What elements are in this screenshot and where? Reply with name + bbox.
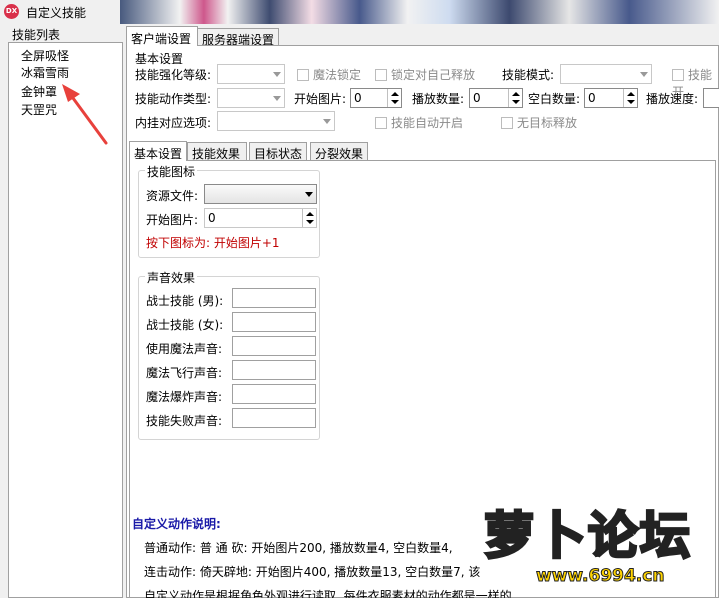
play-count-label: 播放数量: <box>412 92 465 106</box>
chevron-down-icon <box>640 72 648 77</box>
window-title: 自定义技能 <box>26 6 87 20</box>
skill-list-item[interactable]: 金钟罩 <box>21 83 57 100</box>
spin-down-icon <box>627 100 635 104</box>
tab-target-status[interactable]: 目标状态 <box>249 142 307 161</box>
strengthen-level-select[interactable] <box>217 64 285 84</box>
tab-skill-effect[interactable]: 技能效果 <box>187 142 247 161</box>
play-speed-label: 播放速度: <box>646 92 699 106</box>
use-magic-sound-input[interactable] <box>232 336 316 356</box>
tab-server-settings[interactable]: 服务器端设置 <box>197 28 279 47</box>
tab-client-settings[interactable]: 客户端设置 <box>126 26 198 46</box>
sound-effect-group: 声音效果 战士技能 (男): 战士技能 (女): 使用魔法声音: 魔法飞行声音:… <box>138 269 320 440</box>
spin-up-icon <box>512 92 520 96</box>
icon-start-image-value: 0 <box>208 211 216 225</box>
start-image-label: 开始图片: <box>294 92 347 106</box>
icon-start-image-stepper[interactable]: 0 <box>204 208 317 228</box>
hook-option-select[interactable] <box>217 111 335 131</box>
warrior-male-sound-input[interactable] <box>232 288 316 308</box>
skill-icon-group: 技能图标 资源文件: 开始图片: 0 按下图标为: 开始图片+1 <box>138 163 320 258</box>
resource-file-label: 资源文件: <box>146 189 199 203</box>
no-target-label: 无目标释放 <box>517 116 578 130</box>
basic-settings-panel: 技能图标 资源文件: 开始图片: 0 按下图标为: 开始图片+1 声音效果 战士… <box>129 160 716 598</box>
spin-up-icon <box>391 92 399 96</box>
custom-action-line-1: 普通动作: 普 通 砍: 开始图片200, 播放数量4, 空白数量4, <box>144 541 453 555</box>
spin-buttons[interactable] <box>387 89 401 107</box>
spin-up-icon <box>306 212 314 216</box>
tab-split-effect[interactable]: 分裂效果 <box>310 142 368 161</box>
spin-buttons[interactable] <box>623 89 637 107</box>
lock-self-label: 锁定对自己释放 <box>391 68 476 82</box>
magic-explode-sound-label: 魔法爆炸声音: <box>146 390 223 404</box>
checkbox-box <box>672 69 684 81</box>
spin-down-icon <box>306 220 314 224</box>
play-count-value: 0 <box>473 91 481 105</box>
auto-open-checkbox[interactable]: 技能自动开启 <box>375 114 463 131</box>
blank-count-value: 0 <box>588 91 596 105</box>
start-image-stepper[interactable]: 0 <box>350 88 402 108</box>
blank-count-stepper[interactable]: 0 <box>584 88 638 108</box>
skill-list-item[interactable]: 冰霜雪雨 <box>21 64 69 81</box>
skill-mode-select[interactable] <box>560 64 652 84</box>
strengthen-level-label: 技能强化等级: <box>135 68 212 82</box>
tab-basic-settings[interactable]: 基本设置 <box>129 141 187 161</box>
skill-fail-sound-label: 技能失败声音: <box>146 414 223 428</box>
action-type-label: 技能动作类型: <box>135 92 212 106</box>
skill-list-item[interactable]: 天罡咒 <box>21 101 57 118</box>
chevron-down-icon <box>305 192 313 197</box>
lock-self-checkbox[interactable]: 锁定对自己释放 <box>375 66 475 83</box>
auto-open-label: 技能自动开启 <box>391 116 464 130</box>
hook-option-label: 内挂对应选项: <box>135 116 212 130</box>
magic-lock-label: 魔法锁定 <box>313 68 362 82</box>
custom-action-heading: 自定义动作说明: <box>132 517 221 531</box>
custom-action-line-3: 自定义动作是根据角色外观进行读取, 每件衣服素材的动作都是一样的 <box>144 589 512 598</box>
skill-list-item[interactable]: 全屏吸怪 <box>21 47 69 64</box>
app-icon: DX <box>4 4 19 19</box>
sound-effect-group-title: 声音效果 <box>145 269 198 286</box>
action-type-select[interactable] <box>217 88 285 108</box>
use-magic-sound-label: 使用魔法声音: <box>146 342 223 356</box>
spin-buttons[interactable] <box>302 209 316 227</box>
custom-action-line-2: 连击动作: 倚天辟地: 开始图片400, 播放数量13, 空白数量7, 该 <box>144 565 481 579</box>
chevron-down-icon <box>273 72 281 77</box>
play-count-stepper[interactable]: 0 <box>469 88 523 108</box>
warrior-female-sound-label: 战士技能 (女): <box>146 318 224 332</box>
chevron-down-icon <box>323 119 331 124</box>
warrior-male-sound-label: 战士技能 (男): <box>146 294 224 308</box>
blank-count-label: 空白数量: <box>528 92 581 106</box>
magic-explode-sound-input[interactable] <box>232 384 316 404</box>
title-bar: DX 自定义技能 <box>0 0 719 24</box>
basic-settings-title: 基本设置 <box>135 52 184 66</box>
skill-listbox[interactable]: 全屏吸怪 冰霜雪雨 金钟罩 天罡咒 <box>8 42 123 598</box>
skill-fail-sound-input[interactable] <box>232 408 316 428</box>
skill-mode-label: 技能模式: <box>502 68 555 82</box>
pressed-icon-note: 按下图标为: 开始图片+1 <box>146 236 280 250</box>
magic-lock-checkbox[interactable]: 魔法锁定 <box>297 66 361 83</box>
skill-list-label: 技能列表 <box>12 28 61 42</box>
spin-down-icon <box>512 100 520 104</box>
settings-area: 客户端设置 服务器端设置 基本设置 技能强化等级: 魔法锁定 锁定对自己释放 技… <box>126 26 719 598</box>
checkbox-box <box>297 69 309 81</box>
checkbox-box <box>501 117 513 129</box>
magic-flight-sound-label: 魔法飞行声音: <box>146 366 223 380</box>
client-settings-panel: 基本设置 技能强化等级: 魔法锁定 锁定对自己释放 技能模式: 技能开 技能动作… <box>126 45 719 598</box>
spin-down-icon <box>391 100 399 104</box>
start-image-value: 0 <box>354 91 362 105</box>
resource-file-select[interactable] <box>204 184 317 204</box>
skill-list-panel: 技能列表 全屏吸怪 冰霜雪雨 金钟罩 天罡咒 <box>8 26 123 598</box>
spin-up-icon <box>627 92 635 96</box>
skill-icon-group-title: 技能图标 <box>145 163 198 180</box>
title-bar-background <box>120 0 719 24</box>
play-speed-stepper[interactable] <box>703 88 719 108</box>
no-target-checkbox[interactable]: 无目标释放 <box>501 114 577 131</box>
checkbox-box <box>375 69 387 81</box>
spin-buttons[interactable] <box>508 89 522 107</box>
icon-start-image-label: 开始图片: <box>146 213 199 227</box>
warrior-female-sound-input[interactable] <box>232 312 316 332</box>
magic-flight-sound-input[interactable] <box>232 360 316 380</box>
checkbox-box <box>375 117 387 129</box>
chevron-down-icon <box>273 96 281 101</box>
